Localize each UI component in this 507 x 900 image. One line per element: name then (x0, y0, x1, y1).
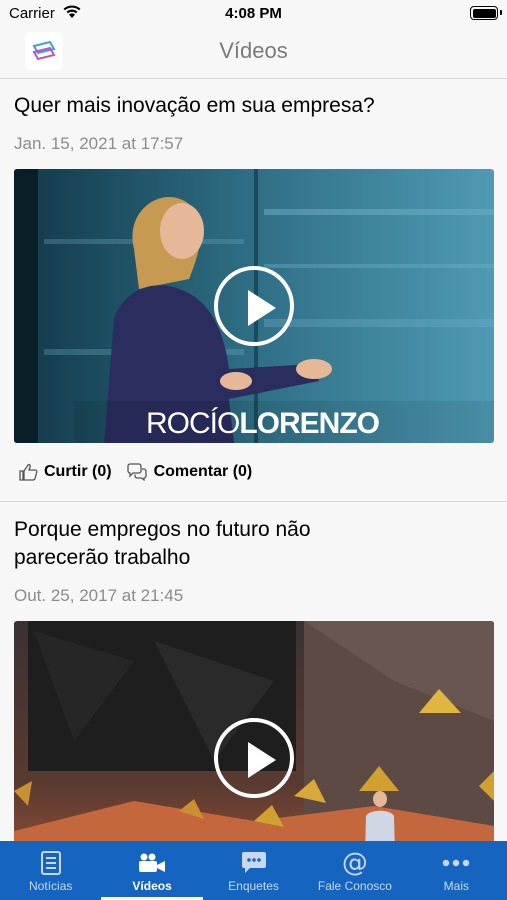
tab-mais[interactable]: Mais (406, 841, 507, 900)
tab-label: Mais (443, 879, 469, 893)
video-thumbnail[interactable] (14, 621, 494, 841)
tab-noticias[interactable]: Notícias (0, 841, 101, 900)
play-button[interactable] (214, 266, 294, 346)
post-title[interactable]: Quer mais inovação em sua empresa? (14, 92, 493, 120)
tab-enquetes[interactable]: Enquetes (203, 841, 304, 900)
comment-label: Comentar (0) (153, 463, 253, 480)
tab-videos[interactable]: Vídeos (101, 841, 203, 900)
speaker-name-overlay: ROCÍOLORENZO (146, 407, 380, 441)
speaker-last-name: LORENZO (239, 407, 380, 440)
post-date: Out. 25, 2017 at 21:45 (14, 586, 184, 605)
like-button[interactable]: Curtir (0) (18, 463, 112, 481)
post-date: Jan. 15, 2021 at 17:57 (14, 134, 184, 153)
tab-label: Notícias (29, 879, 73, 893)
post-title[interactable]: Porque empregos no futuro não parecerão … (14, 516, 374, 572)
play-button[interactable] (214, 718, 294, 798)
tab-label: Vídeos (132, 879, 172, 893)
tab-fale-conosco[interactable]: @ Fale Conosco (304, 841, 405, 900)
video-thumbnail[interactable]: ROCÍOLORENZO (14, 169, 494, 443)
at-sign-icon: @ (341, 848, 368, 878)
video-feed[interactable]: Quer mais inovação em sua empresa? Jan. … (0, 79, 507, 841)
speaker-first-name: ROCÍO (146, 407, 240, 440)
tab-label: Fale Conosco (317, 879, 392, 893)
battery-icon (470, 6, 502, 20)
thumbs-up-icon (19, 463, 38, 481)
more-dots-icon (443, 859, 470, 867)
tab-label: Enquetes (228, 879, 279, 893)
chat-bubble-icon (241, 852, 266, 873)
comment-button[interactable]: Comentar (0) (126, 463, 253, 481)
post-actions: Curtir (0) Comentar (0) (0, 443, 507, 502)
navigation-bar: Vídeos (0, 28, 507, 79)
comment-icon (126, 463, 147, 481)
like-label: Curtir (0) (44, 463, 112, 480)
video-camera-icon (139, 853, 166, 872)
clock: 4:08 PM (225, 5, 282, 22)
tab-bar: Notícias Vídeos Enquetes @ Fale Conosco … (0, 841, 507, 900)
newspaper-icon (40, 851, 61, 875)
page-title: Vídeos (219, 38, 288, 63)
video-post: Quer mais inovação em sua empresa? Jan. … (0, 92, 507, 502)
video-post: Porque empregos no futuro não parecerão … (0, 516, 507, 841)
status-bar: Carrier 4:08 PM (0, 0, 507, 28)
